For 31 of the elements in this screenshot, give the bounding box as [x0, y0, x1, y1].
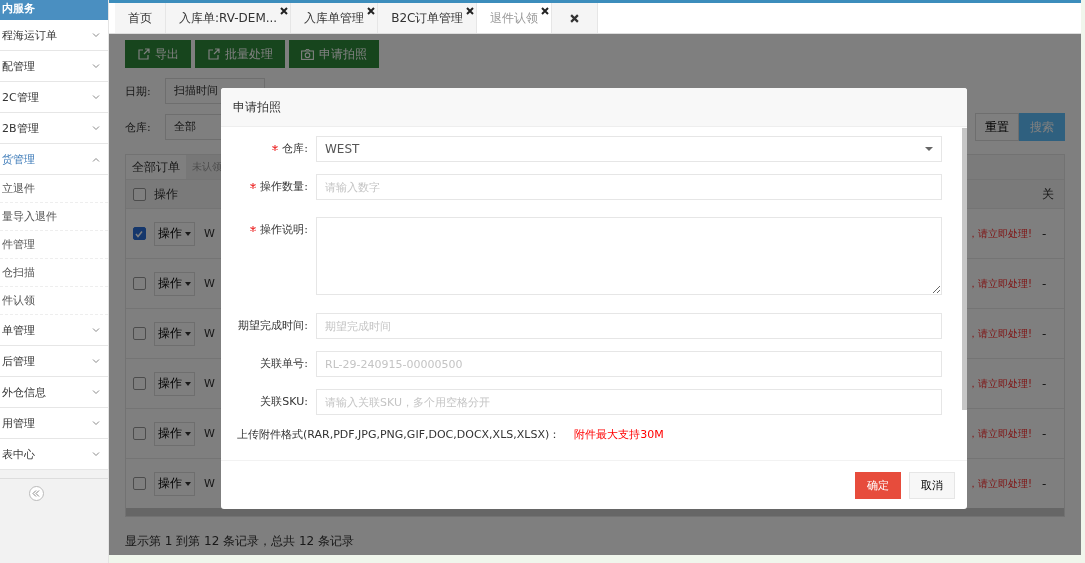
column-header: 操作 [153, 185, 179, 203]
warning-text: ，请立即处理! [968, 228, 1032, 239]
table-cell-text: - [1041, 376, 1048, 391]
dialog-title: 申请拍照 [221, 88, 967, 127]
table-cell-text: W [204, 477, 216, 490]
table-cell-text: - [1041, 276, 1048, 291]
sidebar-header: 内服务 [0, 0, 108, 20]
table-cell-text: - [1041, 226, 1048, 241]
field-label: 关联单号: [259, 356, 309, 372]
upload-format-label: 上传附件格式(RAR,PDF,JPG,PNG,GIF,DOC,DOCX,XLS,XLSX)： [237, 427, 561, 442]
column-header: 关 [1041, 185, 1055, 203]
field-label: 期望完成时间: [237, 318, 309, 334]
field-label: 操作说明: [221, 217, 316, 243]
warning-text: ，请立即处理! [968, 378, 1032, 389]
table-cell-text: - [1041, 426, 1048, 441]
table-cell-text: - [1041, 326, 1048, 341]
warning-text: ，请立即处理! [968, 478, 1032, 489]
warning-text: ，请立即处理! [968, 278, 1032, 289]
pagination-info: 显示第 1 到第 12 条记录，总共 12 条记录 [125, 533, 356, 550]
table-cell-text: - [1041, 476, 1048, 491]
upload-limit-note: 附件最大支持30M [574, 427, 664, 442]
filter-label: 仓库: [125, 119, 152, 135]
warning-text: ，请立即处理! [968, 328, 1032, 339]
table-cell-text: W [204, 427, 216, 440]
table-cell-text: W [204, 277, 216, 290]
warning-text: ，请立即处理! [968, 428, 1032, 439]
table-cell-text: W [204, 377, 216, 390]
table-cell-text: W [204, 227, 216, 240]
field-label: 关联SKU: [259, 394, 309, 410]
table-cell-text: W [204, 327, 216, 340]
filter-label: 日期: [125, 83, 152, 99]
